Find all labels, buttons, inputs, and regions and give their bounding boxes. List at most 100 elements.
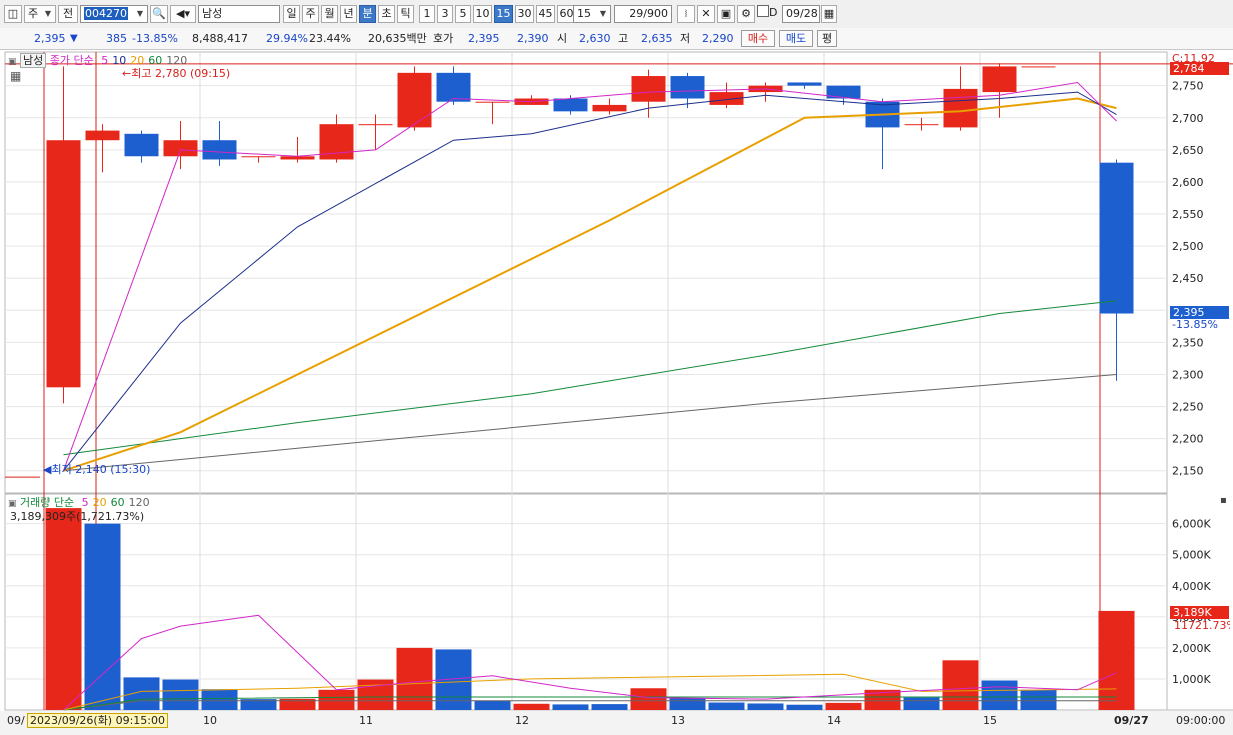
candle-body — [631, 76, 666, 102]
volume-ma-20: 20 — [92, 496, 107, 509]
high-label: 고 — [618, 32, 629, 45]
candle-style-icon[interactable]: ⧘ — [677, 5, 695, 23]
candle-body — [436, 72, 471, 102]
price-tick-label: 2,650 — [1172, 144, 1204, 157]
chart-area[interactable]: 2,7502,7002,6502,6002,5502,5002,4502,400… — [0, 50, 1233, 735]
low-price: 2,290 — [702, 32, 734, 45]
current-price-tag: 2,784 — [1170, 62, 1229, 75]
chart-toolbar: ◫ 주 ▼ 전 004270 ▼ 🔍 ◀▾ 남성 일주월년분초틱 1 3 5 10 15 30… — [0, 0, 1233, 29]
volume-bar — [825, 702, 862, 710]
price-ma-5: 5 — [101, 54, 109, 67]
candle-body — [85, 130, 120, 141]
stock-name-field[interactable]: 남성 — [198, 5, 280, 23]
candle-body — [670, 76, 705, 99]
date-field[interactable]: 09/28 — [782, 5, 820, 23]
price-tick-label: 2,700 — [1172, 112, 1204, 125]
chevron-down-icon[interactable]: ▼ — [134, 7, 146, 21]
volume-bar — [1020, 689, 1057, 710]
current-price: 2,395 — [34, 32, 66, 45]
interval-button-30[interactable]: 30 — [515, 5, 534, 23]
count-max: /900 — [643, 7, 668, 20]
stock-code-input[interactable]: 004270 ▼ — [80, 5, 148, 23]
market-selector[interactable]: 주 ▼ — [24, 5, 56, 23]
low-marker: ◀최저 2,140 (15:30) — [43, 463, 150, 476]
candle-body — [358, 124, 393, 126]
x-tick-label: 11 — [359, 714, 373, 727]
period-tab-4[interactable]: 분 — [359, 5, 376, 23]
period-tab-6[interactable]: 틱 — [397, 5, 414, 23]
interval-select-value: 15 — [577, 7, 591, 20]
chart-type-icon[interactable]: ◫ — [4, 5, 22, 23]
interval-button-15[interactable]: 15 — [494, 5, 513, 23]
period-tab-1[interactable]: 주 — [302, 5, 319, 23]
period-tab-5[interactable]: 초 — [378, 5, 395, 23]
high-marker-text: 최고 2,780 (09:15) — [131, 67, 231, 80]
save-icon[interactable]: ▣ — [717, 5, 735, 23]
candle-body — [904, 124, 939, 126]
interval-select[interactable]: 15 ▼ — [573, 5, 611, 23]
chart-svg[interactable]: 2,7502,7002,6502,6002,5502,5002,4502,400… — [0, 50, 1233, 735]
stock-name-tab[interactable]: 남성 — [20, 53, 47, 68]
volume-bar — [903, 697, 940, 710]
interval-button-3[interactable]: 3 — [437, 5, 453, 23]
eval-button[interactable]: 평 — [817, 30, 837, 47]
x-tick-label: 13 — [671, 714, 685, 727]
volume-bar — [942, 660, 979, 710]
x-tick-label: 15 — [983, 714, 997, 727]
candle-body — [787, 82, 822, 86]
high-price: 2,635 — [641, 32, 673, 45]
period-tab-2[interactable]: 월 — [321, 5, 338, 23]
crosshair-icon[interactable]: ✕ — [697, 5, 715, 23]
buy-button[interactable]: 매수 — [741, 30, 775, 47]
low-marker-text: 최저 2,140 (15:30) — [51, 463, 151, 476]
panel-handle-icon[interactable]: ▣ — [8, 57, 17, 67]
low-label: 저 — [680, 32, 691, 45]
panel-handle-icon[interactable]: ▣ — [8, 499, 17, 509]
last-ratio-tag: 11721.73% — [1174, 619, 1230, 632]
volume-bar — [357, 679, 394, 710]
volume-bar — [318, 689, 355, 710]
volume-bar — [474, 700, 511, 710]
interval-button-1[interactable]: 1 — [419, 5, 435, 23]
candle-body — [475, 101, 510, 103]
price-ma-60: 60 — [148, 54, 163, 67]
candle-body — [163, 140, 198, 157]
volume-bar — [84, 523, 121, 710]
volume-ma-5: 5 — [81, 496, 89, 509]
volume-ratio: 23.44% — [309, 32, 351, 45]
calendar-icon[interactable]: ▦ — [821, 5, 837, 23]
chevron-down-icon: ▼ — [44, 9, 52, 18]
price-ma-legend: 5 10 20 60 120 — [97, 54, 187, 67]
search-icon[interactable]: 🔍 — [150, 5, 168, 23]
speaker-icon[interactable]: ◀▾ — [170, 5, 196, 23]
grid-toggle-icon[interactable]: ▦ — [10, 70, 21, 83]
ma120-line — [63, 374, 1117, 472]
price-ma-120: 120 — [166, 54, 188, 67]
period-tab-0[interactable]: 일 — [283, 5, 300, 23]
market-selector-value: 주 — [28, 7, 39, 20]
period-tab-3[interactable]: 년 — [340, 5, 357, 23]
price-tick-label: 2,200 — [1172, 433, 1204, 446]
stock-name-value: 남성 — [202, 7, 223, 20]
volume-bar — [513, 703, 550, 710]
prev-button[interactable]: 전 — [58, 5, 78, 23]
interval-button-10[interactable]: 10 — [473, 5, 492, 23]
count-field[interactable]: 29/900 — [614, 5, 672, 23]
panel-close-icon[interactable]: ▪ — [1220, 494, 1227, 507]
price-tick-label: 2,600 — [1172, 176, 1204, 189]
volume-panel-frame — [4, 492, 1168, 711]
volume-tick-label: 6,000K — [1172, 518, 1211, 531]
volume-summary: 3,189,309주(1,721.73%) — [10, 510, 145, 523]
d-checkbox[interactable]: D — [757, 5, 781, 23]
sell-button[interactable]: 매도 — [779, 30, 813, 47]
gear-icon[interactable]: ⚙ — [737, 5, 755, 23]
volume-bar — [123, 677, 160, 710]
interval-button-5[interactable]: 5 — [455, 5, 471, 23]
price-tick-label: 2,300 — [1172, 368, 1204, 381]
interval-button-45[interactable]: 45 — [536, 5, 555, 23]
candle-body — [943, 88, 978, 128]
volume-tick-label: 5,000K — [1172, 549, 1211, 562]
candle-body — [553, 98, 588, 112]
x-tick-label: 09/ — [7, 714, 25, 727]
time-label: 09:00:00 — [1176, 714, 1226, 727]
